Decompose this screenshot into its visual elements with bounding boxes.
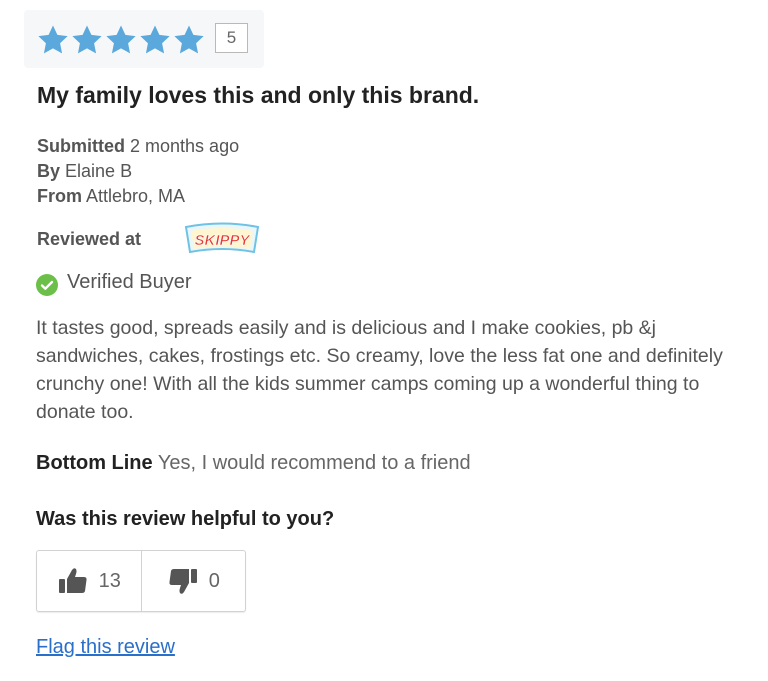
- star-icon: [70, 23, 104, 57]
- location-label: From: [37, 186, 82, 206]
- submitted-label: Submitted: [37, 136, 125, 156]
- author-label: By: [37, 161, 61, 181]
- vote-buttons: 13 0: [36, 550, 246, 612]
- review-title: My family loves this and only this brand…: [37, 82, 480, 108]
- star-icon: [36, 23, 70, 57]
- check-circle-icon: [36, 274, 58, 296]
- downvote-count: 0: [208, 569, 220, 592]
- author-line: By Elaine B: [37, 161, 132, 182]
- svg-text:SKIPPY: SKIPPY: [194, 232, 251, 249]
- star-icon: [138, 23, 172, 57]
- bottom-line: Bottom Line Yes, I would recommend to a …: [36, 452, 471, 475]
- reviewed-at-label: Reviewed at: [37, 229, 142, 249]
- flag-review-link[interactable]: Flag this review: [36, 636, 175, 659]
- star-rating: [36, 23, 206, 57]
- review-body: It tastes good, spreads easily and is de…: [36, 317, 723, 423]
- location-line: From Attlebro, MA: [37, 186, 185, 207]
- star-icon: [172, 23, 206, 57]
- upvote-count: 13: [98, 569, 121, 592]
- thumbs-up-icon: [58, 568, 87, 593]
- star-icon: [104, 23, 138, 57]
- submitted-line: Submitted 2 months ago: [37, 136, 239, 157]
- helpful-question: Was this review helpful to you?: [36, 508, 335, 530]
- author-name: Elaine B: [65, 161, 133, 181]
- bottom-line-value: Yes, I would recommend to a friend: [157, 452, 471, 474]
- location-value: Attlebro, MA: [86, 186, 186, 206]
- bottom-line-label: Bottom Line: [36, 452, 153, 474]
- verified-buyer-label: Verified Buyer: [67, 271, 192, 293]
- skippy-logo: SKIPPY: [182, 218, 262, 258]
- upvote-button[interactable]: 13: [37, 551, 141, 611]
- downvote-button[interactable]: 0: [140, 551, 246, 611]
- thumbs-down-icon: [169, 569, 197, 594]
- submitted-value: 2 months ago: [130, 136, 240, 156]
- rating-count-badge: 5: [215, 23, 248, 53]
